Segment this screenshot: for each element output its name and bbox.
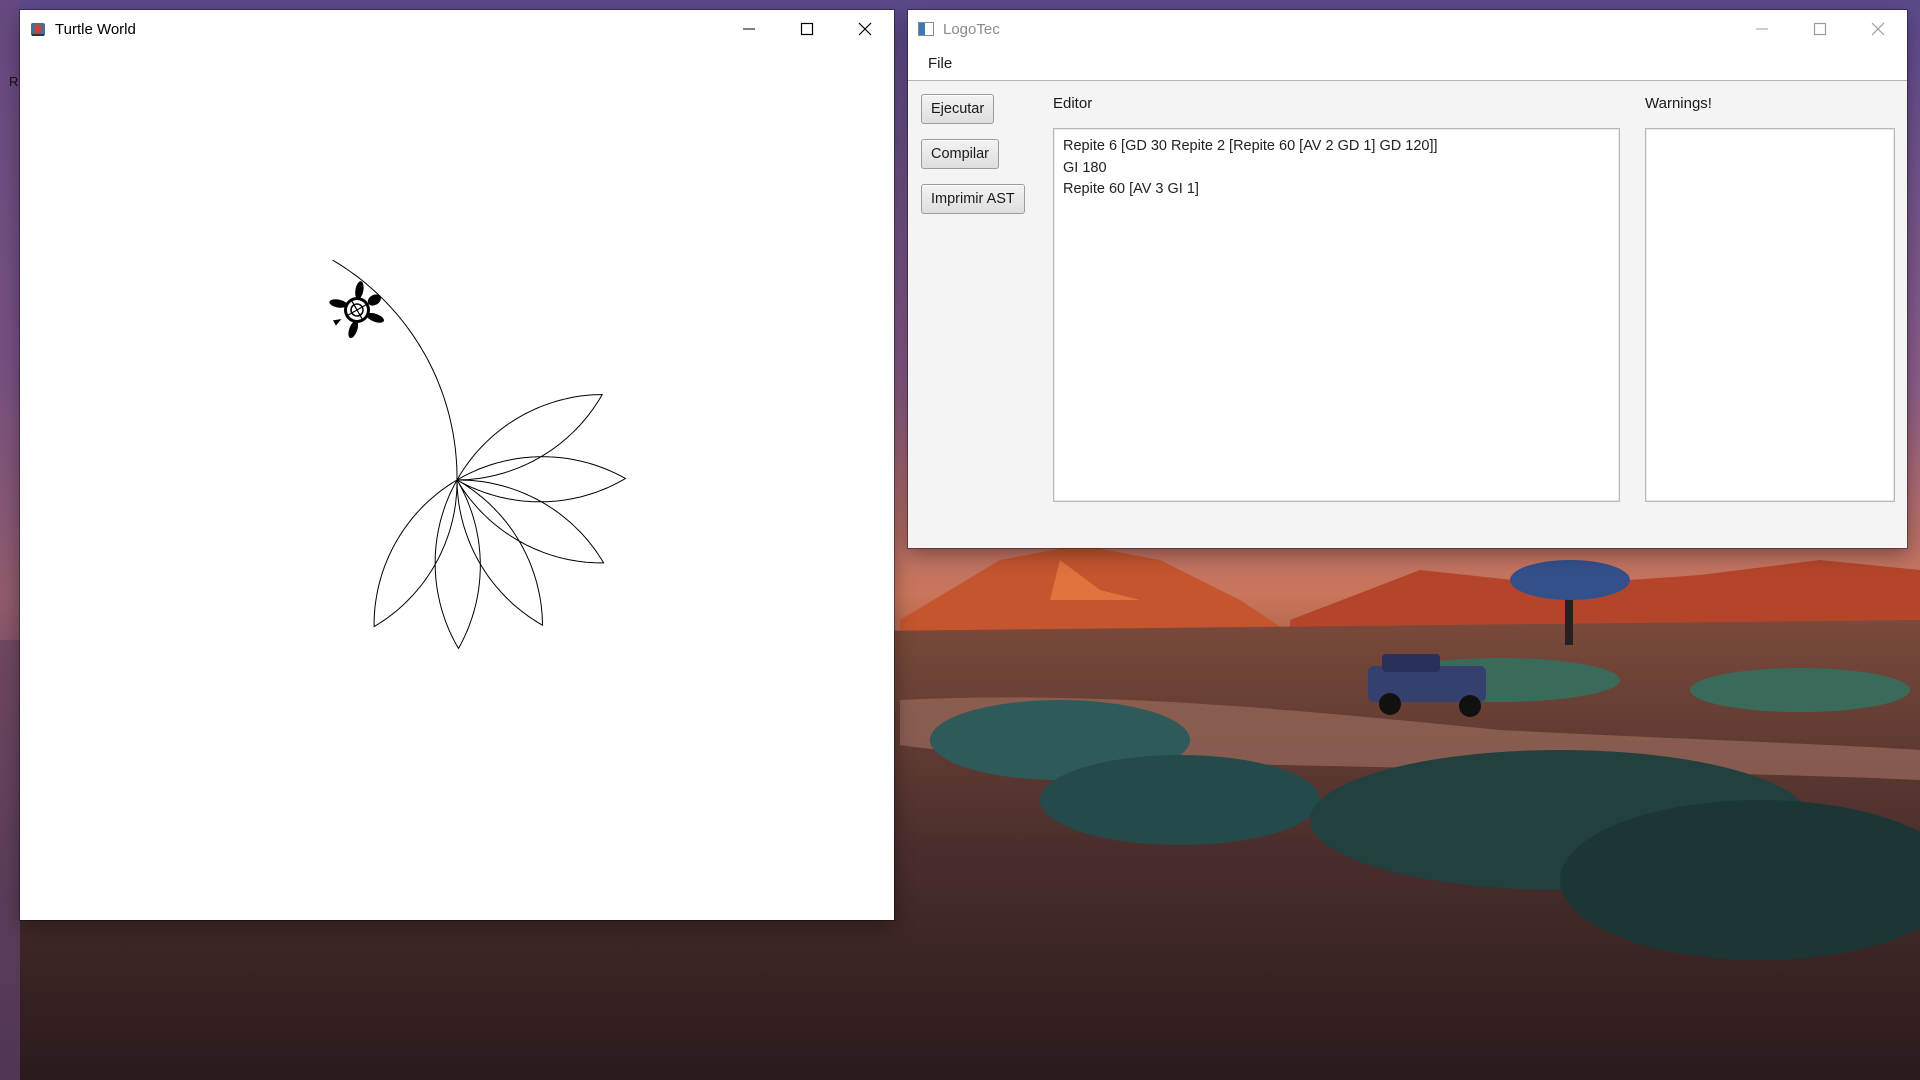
minimize-icon	[743, 28, 755, 30]
editor-label: Editor	[1053, 95, 1093, 112]
logotec-titlebar[interactable]: LogoTec	[908, 10, 1907, 48]
warnings-label: Warnings!	[1645, 95, 1712, 112]
minimize-icon	[1756, 28, 1768, 30]
menu-bar: File	[908, 48, 1907, 81]
editor-line: Repite 6 [GD 30 Repite 2 [Repite 60 [AV …	[1063, 138, 1438, 154]
turtle-world-titlebar[interactable]: Turtle World	[20, 10, 894, 48]
minimize-button[interactable]	[1733, 10, 1791, 48]
turtle-drawing-canvas[interactable]	[20, 48, 894, 920]
warnings-textarea[interactable]	[1645, 128, 1895, 502]
turtle-world-window: Turtle World	[20, 10, 894, 920]
maximize-button[interactable]	[1791, 10, 1849, 48]
close-icon	[858, 22, 872, 36]
window-title: LogoTec	[943, 20, 1000, 38]
app-window-icon	[918, 22, 934, 36]
print-ast-button[interactable]: Imprimir AST	[921, 184, 1025, 214]
logotec-window: LogoTec File Ejecutar Compilar Imprimir …	[908, 10, 1907, 548]
turtle-icon	[329, 281, 384, 339]
java-cup-icon	[31, 23, 45, 36]
menu-file[interactable]: File	[928, 55, 952, 72]
maximize-button[interactable]	[778, 10, 836, 48]
editor-line: GI 180	[1063, 159, 1107, 176]
maximize-icon	[1813, 22, 1827, 36]
run-button[interactable]: Ejecutar	[921, 94, 995, 124]
window-title: Turtle World	[55, 20, 136, 38]
desktop-edge-label: R	[9, 74, 19, 89]
warnings-text	[1646, 129, 1894, 143]
close-icon	[1871, 22, 1885, 36]
editor-line: Repite 60 [AV 3 GI 1]	[1063, 181, 1199, 197]
compile-button[interactable]: Compilar	[921, 139, 1000, 169]
minimize-button[interactable]	[720, 10, 778, 48]
close-button[interactable]	[1849, 10, 1907, 48]
maximize-icon	[800, 22, 814, 36]
editor-textarea[interactable]: Repite 6 [GD 30 Repite 2 [Repite 60 [AV …	[1053, 128, 1620, 502]
close-button[interactable]	[836, 10, 894, 48]
